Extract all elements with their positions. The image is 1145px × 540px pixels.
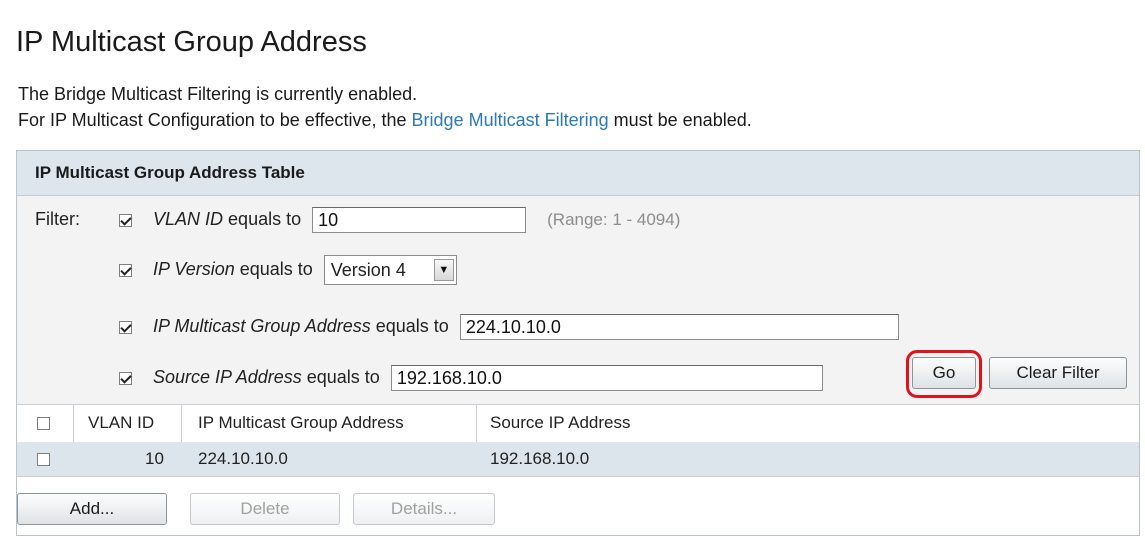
vlan-range-hint: (Range: 1 - 4094) bbox=[547, 209, 681, 229]
column-source-ip[interactable]: Source IP Address bbox=[490, 405, 631, 442]
filter-row-ip-version: IP Version equals to Version 4 ▼ bbox=[119, 255, 457, 285]
row-source-ip: 192.168.10.0 bbox=[490, 449, 590, 468]
info-text-before: For IP Multicast Configuration to be eff… bbox=[18, 110, 412, 130]
info-text: For IP Multicast Configuration to be eff… bbox=[18, 110, 752, 131]
vlan-id-input[interactable]: 10 bbox=[312, 207, 527, 233]
chevron-down-icon[interactable]: ▼ bbox=[433, 259, 454, 281]
source-ip-input[interactable]: 192.168.10.0 bbox=[390, 365, 823, 391]
status-text: The Bridge Multicast Filtering is curren… bbox=[18, 84, 418, 104]
ip-version-selected: Version 4 bbox=[330, 260, 406, 280]
go-button-highlight bbox=[906, 350, 982, 398]
row-vlan-id: 10 bbox=[145, 449, 164, 468]
column-vlan-id[interactable]: VLAN ID bbox=[88, 405, 154, 442]
source-ip-filter-field: Source IP Address bbox=[153, 366, 302, 387]
vlan-filter-checkbox[interactable] bbox=[119, 213, 132, 227]
ip-version-filter-op: equals to bbox=[234, 258, 318, 279]
filter-row-group-address: IP Multicast Group Address equals to 224… bbox=[119, 314, 899, 344]
group-address-filter-op: equals to bbox=[370, 315, 454, 336]
table-actions: Add... Delete Details... bbox=[17, 477, 1139, 535]
ip-version-filter-field: IP Version bbox=[153, 258, 235, 279]
info-text-after: must be enabled. bbox=[608, 110, 752, 130]
page-title: IP Multicast Group Address bbox=[16, 26, 367, 58]
details-button[interactable]: Details... bbox=[353, 493, 495, 525]
vlan-filter-op: equals to bbox=[223, 208, 307, 229]
ip-version-select[interactable]: Version 4 ▼ bbox=[323, 255, 457, 285]
clear-filter-button[interactable]: Clear Filter bbox=[989, 357, 1127, 389]
add-button[interactable]: Add... bbox=[17, 493, 167, 525]
source-ip-filter-checkbox[interactable] bbox=[119, 371, 132, 385]
group-address-filter-field: IP Multicast Group Address bbox=[153, 315, 371, 336]
group-address-input[interactable]: 224.10.10.0 bbox=[459, 314, 899, 340]
group-address-filter-checkbox[interactable] bbox=[119, 320, 132, 334]
filter-row-source-ip: Source IP Address equals to 192.168.10.0 bbox=[119, 365, 823, 395]
filter-row-vlan: VLAN ID equals to 10 (Range: 1 - 4094) bbox=[119, 207, 680, 237]
vlan-filter-field: VLAN ID bbox=[153, 208, 224, 229]
source-ip-filter-op: equals to bbox=[301, 366, 385, 387]
row-checkbox[interactable] bbox=[37, 453, 50, 466]
multicast-table-panel: IP Multicast Group Address Table Filter:… bbox=[16, 150, 1140, 536]
table-row[interactable]: 10 224.10.10.0 192.168.10.0 bbox=[17, 442, 1139, 477]
ip-version-filter-checkbox[interactable] bbox=[119, 263, 132, 277]
delete-button[interactable]: Delete bbox=[190, 493, 340, 525]
bridge-multicast-filtering-link[interactable]: Bridge Multicast Filtering bbox=[412, 110, 609, 130]
filter-label: Filter: bbox=[35, 209, 80, 229]
row-group-address: 224.10.10.0 bbox=[198, 449, 288, 468]
column-group-address[interactable]: IP Multicast Group Address bbox=[198, 405, 404, 442]
table-column-header: VLAN ID IP Multicast Group Address Sourc… bbox=[17, 404, 1139, 443]
select-all-checkbox[interactable] bbox=[37, 417, 50, 430]
table-header: IP Multicast Group Address Table bbox=[17, 151, 1139, 196]
